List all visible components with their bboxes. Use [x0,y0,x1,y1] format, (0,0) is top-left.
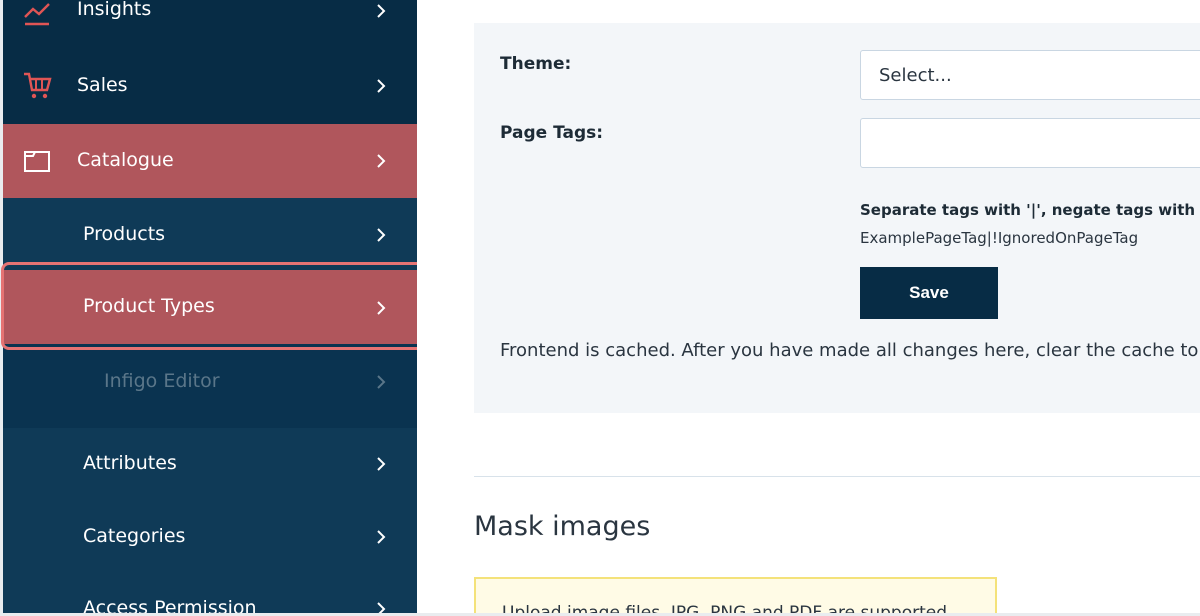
page-tags-label: Page Tags: [500,123,604,143]
app-frame: Insights Sales Catalogue Products Produc… [0,0,1200,616]
upload-notice: Upload image files. JPG, PNG and PDF are… [474,577,997,613]
sidebar-subitem-label: Products [83,223,166,245]
tags-example: ExamplePageTag|!IgnoredOnPageTag [860,229,1139,247]
sidebar-subitem-infigo-editor[interactable]: Infigo Editor [3,344,417,428]
sidebar-item-label: Sales [77,74,128,96]
section-title: Mask images [474,511,651,542]
chevron-right-icon [373,2,389,18]
save-button[interactable]: Save [860,267,998,319]
sidebar-subitem-label: Infigo Editor [104,370,220,392]
tags-hint: Separate tags with '|', negate tags with… [860,201,1200,219]
cache-note: Frontend is cached. After you have made … [500,340,1200,361]
sidebar-item-insights[interactable]: Insights [3,0,417,49]
theme-select[interactable]: Select... [860,50,1200,100]
sidebar-subitem-categories[interactable]: Categories [3,500,417,572]
sidebar-subitem-attributes[interactable]: Attributes [3,428,417,500]
chevron-right-icon [373,77,389,93]
chart-line-icon [21,0,53,28]
cart-icon [21,69,53,101]
sidebar-item-sales[interactable]: Sales [3,49,417,124]
chevron-right-icon [373,600,389,613]
section-divider [474,476,1200,477]
chevron-right-icon [373,152,389,168]
page-tags-input[interactable] [860,118,1200,168]
theme-settings-panel: Theme: Select... Page Tags: Separate tag… [474,23,1200,413]
sidebar-item-label: Catalogue [77,149,174,171]
highlight-outline [1,262,425,350]
sidebar-subitem-label: Access Permission [83,597,257,613]
folder-icon [21,145,53,177]
upload-notice-text: Upload image files. JPG, PNG and PDF are… [502,603,947,613]
main-content: Theme: Select... Page Tags: Separate tag… [417,0,1200,613]
sidebar-item-catalogue[interactable]: Catalogue [3,124,417,198]
chevron-right-icon [373,455,389,471]
sidebar-subitem-products[interactable]: Products [3,198,417,270]
chevron-right-icon [373,528,389,544]
chevron-right-icon [373,226,389,242]
theme-select-value: Select... [879,64,952,86]
sidebar-subitem-access-permission[interactable]: Access Permission [3,572,417,613]
sidebar-item-label: Insights [77,0,152,20]
chevron-right-icon [373,373,389,389]
sidebar-subitem-label: Attributes [83,452,177,474]
theme-label: Theme: [500,54,572,74]
sidebar-subitem-label: Categories [83,525,186,547]
